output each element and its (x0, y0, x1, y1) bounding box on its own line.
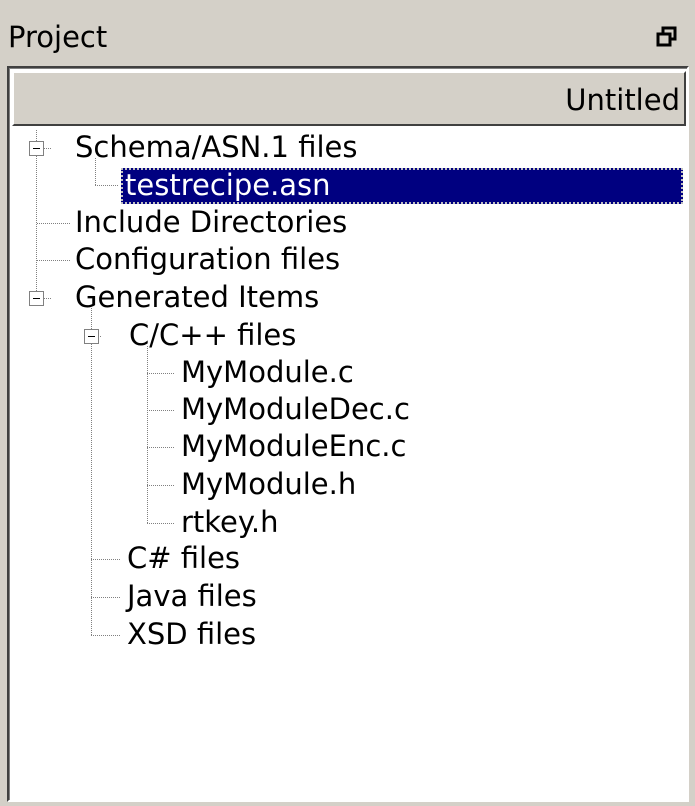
collapse-icon[interactable] (84, 329, 99, 344)
project-tree-panel: Untitled Schema/ASN.1 files testrecipe.a… (7, 66, 689, 802)
tree-item-file[interactable]: MyModule.h (181, 467, 356, 503)
tree-item-java-files[interactable]: Java files (127, 579, 257, 615)
float-restore-icon[interactable] (656, 26, 678, 48)
dock-title-bar: Project (0, 0, 695, 66)
bottom-edge (0, 802, 695, 806)
collapse-icon[interactable] (29, 291, 44, 306)
tree-item-xsd-files[interactable]: XSD files (127, 617, 256, 653)
tree-item-cpp-files[interactable]: C/C++ files (129, 318, 296, 354)
project-tree: Schema/ASN.1 files testrecipe.asn Includ… (9, 68, 687, 800)
tree-item-file[interactable]: MyModuleDec.c (181, 392, 410, 428)
tree-item-schema-files[interactable]: Schema/ASN.1 files (75, 130, 357, 166)
tree-item-testrecipe-asn[interactable]: testrecipe.asn (121, 168, 683, 204)
collapse-icon[interactable] (29, 141, 44, 156)
tree-item-csharp-files[interactable]: C# files (127, 541, 240, 577)
tree-item-configuration-files[interactable]: Configuration files (75, 242, 340, 278)
tree-item-generated-items[interactable]: Generated Items (75, 280, 319, 316)
tree-item-file[interactable]: MyModuleEnc.c (181, 429, 406, 465)
dock-title: Project (8, 20, 108, 54)
tree-item-include-directories[interactable]: Include Directories (75, 205, 347, 241)
tree-item-file[interactable]: rtkey.h (181, 505, 279, 541)
tree-item-file[interactable]: MyModule.c (181, 355, 354, 391)
